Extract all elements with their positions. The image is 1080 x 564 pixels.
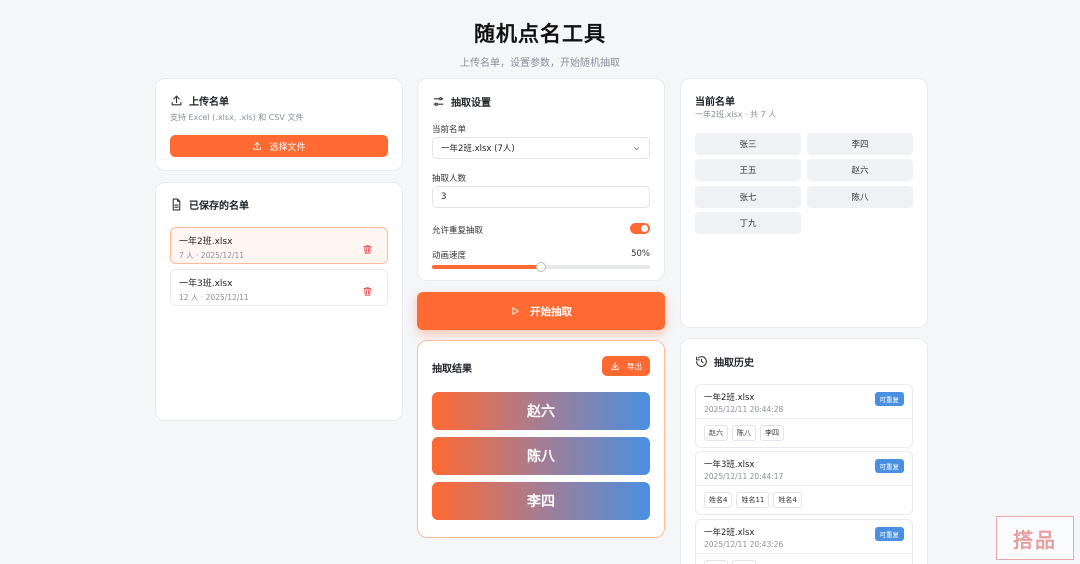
results-title: 抽取结果 — [432, 364, 472, 375]
app-page: 随机点名工具 上传名单，设置参数，开始随机抽取 上传名单 支持 Excel (.… — [0, 0, 1080, 564]
count-input[interactable]: 3 — [432, 186, 650, 208]
history-tag: 姓名11 — [736, 492, 770, 508]
history-tag: 丁九 — [732, 560, 756, 564]
chevron-down-icon — [633, 146, 640, 150]
repeat-badge: 可重复 — [874, 459, 904, 473]
count-label: 抽取人数 — [432, 174, 467, 184]
speed-label: 动画速度 — [432, 251, 467, 261]
delete-button[interactable] — [362, 240, 373, 254]
page-header: 随机点名工具 上传名单，设置参数，开始随机抽取 — [0, 18, 1080, 69]
saved-lists-card: 已保存的名单 一年2班.xlsx 7 人 · 2025/12/11 一年3班.x… — [155, 182, 403, 421]
export-button[interactable]: 导出 — [602, 356, 650, 376]
upload-desc: 支持 Excel (.xlsx, .xls) 和 CSV 文件 — [170, 113, 304, 122]
speed-slider[interactable] — [432, 262, 650, 272]
repeat-toggle[interactable] — [630, 223, 650, 234]
current-list-sub: 一年2班.xlsx · 共 7 人 — [695, 110, 777, 119]
history-tag: 姓名4 — [773, 492, 802, 508]
trash-icon — [363, 245, 372, 254]
history-tag: 姓名4 — [704, 492, 733, 508]
choose-file-button[interactable]: 选择文件 — [170, 135, 388, 157]
download-icon — [611, 362, 619, 370]
page-subtitle: 上传名单，设置参数，开始随机抽取 — [460, 58, 620, 69]
document-icon — [172, 198, 181, 211]
history-tag: 赵六 — [704, 425, 728, 441]
history-item[interactable]: 一年2班.xlsx 2025/12/11 20:44:28 可重复 赵六 陈八 … — [695, 384, 913, 448]
history-tag: 陈八 — [732, 425, 756, 441]
repeat-badge: 可重复 — [874, 527, 904, 541]
name-chip: 丁九 — [695, 212, 801, 234]
history-tag: 李四 — [760, 425, 784, 441]
name-chip: 陈八 — [807, 186, 913, 208]
result-name: 李四 — [432, 482, 650, 520]
settings-title: 抽取设置 — [432, 94, 491, 109]
history-card: 抽取历史 一年2班.xlsx 2025/12/11 20:44:28 可重复 赵… — [680, 338, 928, 564]
page-title: 随机点名工具 — [474, 22, 606, 46]
list-select[interactable]: 一年2班.xlsx (7人) — [432, 137, 650, 159]
history-title: 抽取历史 — [695, 354, 754, 369]
delete-button[interactable] — [362, 282, 373, 296]
upload-icon — [171, 95, 182, 106]
history-item[interactable]: 一年2班.xlsx 2025/12/11 20:43:26 可重复 张三 丁九 — [695, 519, 913, 564]
current-list-card: 当前名单 一年2班.xlsx · 共 7 人 张三 李四 王五 赵六 张七 陈八… — [680, 78, 928, 328]
watermark-logo: 搭品 — [996, 516, 1074, 560]
settings-card: 抽取设置 当前名单 一年2班.xlsx (7人) 抽取人数 3 允许重复抽取 动… — [417, 78, 665, 281]
speed-slider-fill — [432, 265, 541, 269]
history-tag: 张三 — [704, 560, 728, 564]
saved-list-item[interactable]: 一年2班.xlsx 7 人 · 2025/12/11 — [170, 227, 388, 264]
saved-list-item[interactable]: 一年3班.xlsx 12 人 · 2025/12/11 — [170, 269, 388, 306]
repeat-badge: 可重复 — [874, 392, 904, 406]
upload-card-title: 上传名单 — [170, 93, 388, 108]
start-draw-button[interactable]: 开始抽取 — [417, 292, 665, 330]
trash-icon — [363, 287, 372, 296]
list-select-label: 当前名单 — [432, 125, 467, 135]
name-chip: 李四 — [807, 133, 913, 155]
upload-card: 上传名单 支持 Excel (.xlsx, .xls) 和 CSV 文件 选择文… — [155, 78, 403, 171]
name-chip: 张三 — [695, 133, 801, 155]
name-chip: 王五 — [695, 159, 801, 181]
repeat-label: 允许重复抽取 — [432, 226, 484, 236]
speed-slider-thumb[interactable] — [536, 262, 546, 272]
result-name: 陈八 — [432, 437, 650, 475]
upload-icon — [253, 142, 262, 150]
speed-value: 50% — [631, 249, 650, 259]
history-icon — [696, 356, 707, 367]
name-chip: 赵六 — [807, 159, 913, 181]
result-name: 赵六 — [432, 392, 650, 430]
saved-lists-title: 已保存的名单 — [170, 197, 249, 212]
name-chip: 张七 — [695, 186, 801, 208]
play-icon — [512, 307, 519, 315]
sliders-icon — [433, 97, 444, 106]
current-list-title: 当前名单 — [695, 97, 735, 108]
results-card: 抽取结果 导出 赵六 陈八 李四 — [417, 340, 665, 538]
history-item[interactable]: 一年3班.xlsx 2025/12/11 20:44:17 可重复 姓名4 姓名… — [695, 451, 913, 515]
